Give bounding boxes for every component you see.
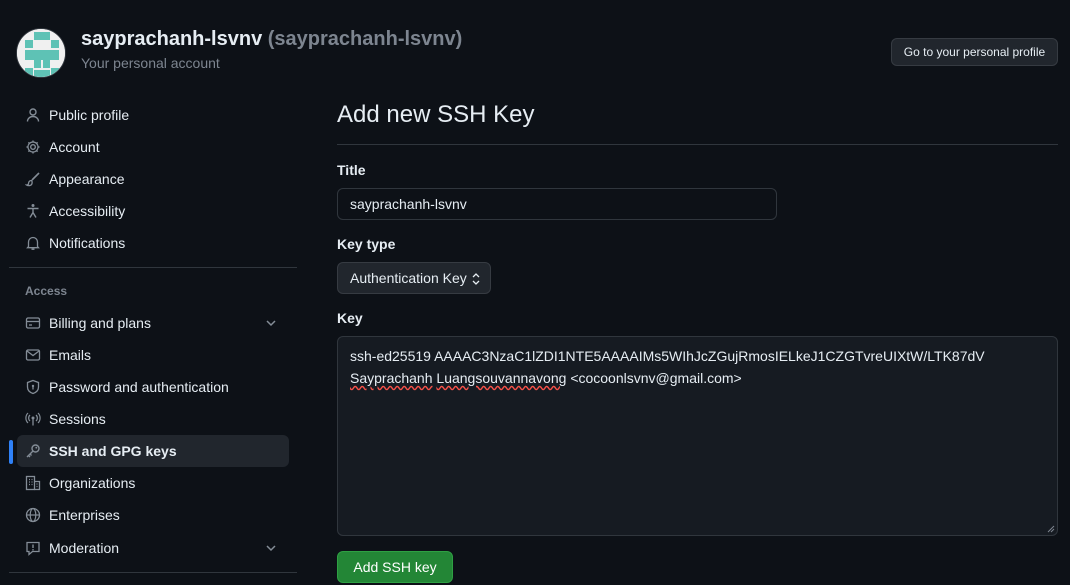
key-field-label: Key bbox=[337, 310, 363, 326]
key-type-label: Key type bbox=[337, 236, 396, 252]
key-type-value: Authentication Key bbox=[350, 270, 467, 286]
credit-card-icon bbox=[25, 315, 41, 331]
sidebar-item-password-auth[interactable]: Password and authentication bbox=[17, 371, 289, 403]
sidebar-item-label: SSH and GPG keys bbox=[49, 443, 177, 459]
sidebar-item-ssh-gpg-keys[interactable]: SSH and GPG keys bbox=[17, 435, 289, 467]
chevron-down-icon[interactable] bbox=[263, 315, 279, 331]
mail-icon bbox=[25, 347, 41, 363]
sidebar-item-moderation[interactable]: Moderation bbox=[17, 532, 289, 564]
key-icon bbox=[25, 443, 41, 459]
paintbrush-icon bbox=[25, 171, 41, 187]
sidebar-item-appearance[interactable]: Appearance bbox=[17, 163, 289, 195]
key-textarea[interactable]: ssh-ed25519 AAAAC3NzaC1lZDI1NTE5AAAAIMs5… bbox=[337, 336, 1058, 536]
sidebar-item-label: Moderation bbox=[49, 540, 120, 556]
key-text-line-1: ssh-ed25519 AAAAC3NzaC1lZDI1NTE5AAAAIMs5… bbox=[350, 348, 985, 364]
account-subtitle: Your personal account bbox=[81, 55, 220, 71]
broadcast-icon bbox=[25, 411, 41, 427]
sidebar-item-accessibility[interactable]: Accessibility bbox=[17, 195, 289, 227]
sidebar-item-public-profile[interactable]: Public profile bbox=[17, 99, 289, 131]
organization-icon bbox=[25, 475, 41, 491]
settings-header: sayprachanh-lsvnv (sayprachanh-lsvnv) Yo… bbox=[0, 0, 1070, 95]
chevron-down-icon[interactable] bbox=[263, 540, 279, 556]
sidebar-item-label: Appearance bbox=[49, 171, 125, 187]
identicon-icon bbox=[17, 29, 65, 77]
sidebar-item-sessions[interactable]: Sessions bbox=[17, 403, 289, 435]
sidebar-item-organizations[interactable]: Organizations bbox=[17, 467, 289, 499]
access-heading: Access bbox=[25, 284, 68, 298]
person-icon bbox=[25, 107, 41, 123]
sidebar-item-label: Account bbox=[49, 139, 100, 155]
active-indicator bbox=[9, 440, 13, 464]
sidebar-item-label: Organizations bbox=[49, 475, 136, 491]
key-type-select[interactable]: Authentication Key bbox=[337, 262, 491, 294]
sidebar-divider bbox=[9, 267, 297, 268]
shield-lock-icon bbox=[25, 379, 41, 395]
add-ssh-key-button[interactable]: Add SSH key bbox=[337, 551, 453, 583]
accessibility-icon bbox=[25, 203, 41, 219]
login-name: (sayprachanh-lsvnv) bbox=[267, 28, 463, 50]
sidebar-item-emails[interactable]: Emails bbox=[17, 339, 289, 371]
title-field-label: Title bbox=[337, 162, 366, 178]
gear-icon bbox=[25, 139, 41, 155]
sidebar-item-label: Emails bbox=[49, 347, 92, 363]
sidebar-item-label: Sessions bbox=[49, 411, 106, 427]
sidebar-divider bbox=[9, 572, 297, 573]
globe-icon bbox=[25, 507, 41, 523]
bell-icon bbox=[25, 235, 41, 251]
title-input[interactable] bbox=[337, 188, 777, 220]
avatar[interactable] bbox=[16, 28, 66, 78]
sidebar-item-label: Enterprises bbox=[49, 507, 120, 523]
go-to-profile-button[interactable]: Go to your personal profile bbox=[891, 38, 1058, 66]
report-icon bbox=[25, 540, 41, 556]
sidebar-item-label: Accessibility bbox=[49, 203, 126, 219]
title-divider bbox=[337, 144, 1058, 145]
select-arrows-icon bbox=[472, 273, 480, 285]
key-comment-word: Luangsouvannavong bbox=[436, 370, 567, 386]
display-name: sayprachanh-lsvnv bbox=[81, 28, 263, 50]
key-comment-email: <cocoonlsvnv@gmail.com> bbox=[570, 370, 742, 386]
key-text-line-2: Sayprachanh Luangsouvannavong <cocoonlsv… bbox=[350, 367, 1045, 389]
sidebar-item-billing[interactable]: Billing and plans bbox=[17, 307, 289, 339]
resize-grip-icon[interactable] bbox=[1045, 523, 1055, 533]
sidebar-item-label: Billing and plans bbox=[49, 315, 151, 331]
page-title: Add new SSH Key bbox=[337, 101, 535, 128]
key-comment-word: Sayprachanh bbox=[350, 370, 433, 386]
sidebar-item-enterprises[interactable]: Enterprises bbox=[17, 499, 289, 531]
sidebar-item-label: Notifications bbox=[49, 235, 126, 251]
sidebar-item-label: Password and authentication bbox=[49, 379, 229, 395]
account-name: sayprachanh-lsvnv (sayprachanh-lsvnv) bbox=[81, 28, 462, 51]
sidebar-item-account[interactable]: Account bbox=[17, 131, 289, 163]
sidebar-item-label: Public profile bbox=[49, 107, 130, 123]
sidebar-item-notifications[interactable]: Notifications bbox=[17, 227, 289, 259]
